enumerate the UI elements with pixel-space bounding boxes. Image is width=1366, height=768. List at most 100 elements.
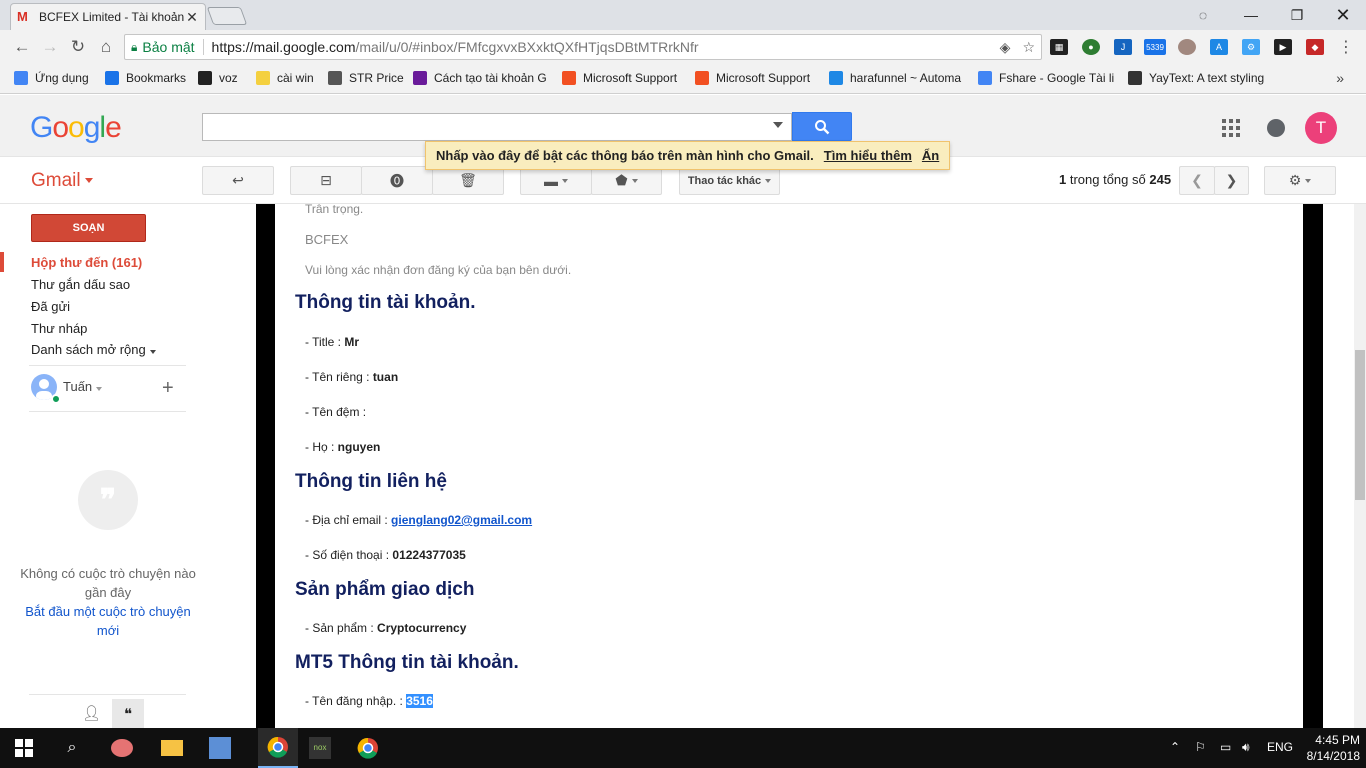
nav-more[interactable]: Danh sách mở rộng bbox=[31, 342, 156, 357]
contacts-icon[interactable]: 👤︎ bbox=[82, 704, 101, 722]
bookmark-label: STR Price bbox=[349, 71, 404, 85]
bookmark-bookmarks[interactable]: Bookmarks bbox=[105, 71, 186, 85]
chrome-menu-icon[interactable]: ⋮ bbox=[1334, 35, 1358, 59]
reload-icon[interactable]: ↻ bbox=[66, 35, 90, 59]
add-contact-icon[interactable]: + bbox=[162, 377, 174, 400]
more-actions-label: Thao tác khác bbox=[687, 174, 762, 187]
chevron-down-icon bbox=[562, 178, 568, 183]
search-icon[interactable]: ⌕ bbox=[60, 736, 84, 760]
gmail-menu[interactable]: Gmail bbox=[31, 170, 93, 192]
nox-icon[interactable]: nox bbox=[308, 736, 332, 760]
home-icon[interactable]: ⌂ bbox=[94, 35, 118, 59]
system-clock[interactable]: 4:45 PM 8/14/2018 bbox=[1290, 732, 1360, 764]
account-avatar[interactable]: T bbox=[1305, 112, 1337, 144]
address-bar[interactable]: 🔒︎ Bảo mật https://mail.google.com/mail/… bbox=[124, 34, 1042, 60]
forward-icon[interactable]: → bbox=[38, 35, 62, 59]
report-spam-button[interactable]: ⓿ bbox=[361, 166, 433, 195]
microsoft-icon bbox=[695, 71, 709, 85]
phone-value: 01224377035 bbox=[392, 548, 466, 562]
facebook-extension-icon[interactable]: 5339 bbox=[1144, 39, 1166, 55]
chrome-icon-2[interactable] bbox=[356, 736, 380, 760]
bookmark-fshare[interactable]: Fshare - Google Tài li bbox=[978, 71, 1116, 85]
view-site-info-icon[interactable]: ◈ bbox=[1000, 39, 1011, 56]
learn-more-link[interactable]: Tìm hiểu thêm bbox=[824, 148, 912, 163]
google-apps-icon[interactable] bbox=[1222, 119, 1240, 137]
bookmark-yaytext[interactable]: YayText: A text styling bbox=[1128, 71, 1266, 85]
minimize-button[interactable]: — bbox=[1228, 0, 1274, 30]
new-tab-button[interactable] bbox=[206, 7, 248, 25]
nav-inbox[interactable]: Hộp thư đến (161) bbox=[31, 255, 142, 270]
search-input[interactable] bbox=[202, 113, 792, 141]
shield-extension-icon[interactable]: ◆ bbox=[1306, 39, 1324, 55]
back-to-inbox-button[interactable]: ↩ bbox=[202, 166, 274, 195]
globe-extension-icon[interactable]: ● bbox=[1082, 39, 1100, 55]
compose-button[interactable]: SOẠN bbox=[31, 214, 146, 242]
back-icon[interactable]: ← bbox=[10, 35, 34, 59]
browser-tab[interactable]: M BCFEX Limited - Tài khoản ✕ bbox=[10, 3, 206, 30]
chevron-down-icon bbox=[96, 387, 103, 391]
folder-icon bbox=[256, 71, 270, 85]
google-logo[interactable]: Google bbox=[30, 111, 122, 145]
chevron-down-icon bbox=[1305, 178, 1312, 183]
delete-button[interactable]: 🗑︎ bbox=[432, 166, 504, 195]
dark-extension-icon[interactable]: ▶ bbox=[1274, 39, 1292, 55]
search-options-icon[interactable] bbox=[773, 122, 783, 128]
bookmark-cai-win[interactable]: cài win bbox=[256, 71, 314, 85]
scrollbar-thumb[interactable] bbox=[1355, 350, 1365, 500]
nav-drafts[interactable]: Thư nháp bbox=[31, 321, 87, 336]
app-image-icon[interactable] bbox=[208, 736, 232, 760]
chrome-taskbar-icon[interactable] bbox=[258, 728, 298, 768]
chevron-down-icon bbox=[149, 350, 156, 354]
more-bookmarks-icon[interactable]: » bbox=[1336, 70, 1344, 86]
close-tab-icon[interactable]: ✕ bbox=[185, 9, 199, 26]
email-row: - Địa chỉ email : gienglang02@gmail.com bbox=[305, 513, 532, 527]
hangouts-user[interactable]: Tuấn bbox=[63, 379, 103, 394]
chevron-down-icon bbox=[765, 178, 772, 183]
tray-app-icon[interactable]: ⚐ bbox=[1195, 740, 1206, 754]
hangouts-tab-icon[interactable]: ❝ bbox=[112, 699, 144, 729]
active-indicator bbox=[0, 252, 4, 272]
settings-button[interactable]: ⚙ bbox=[1264, 166, 1336, 195]
bookmark-apps[interactable]: Ứng dụng bbox=[14, 71, 89, 85]
archive-button[interactable]: ⊟ bbox=[290, 166, 362, 195]
windows-start-icon[interactable] bbox=[12, 736, 36, 760]
move-to-button[interactable]: ▬ bbox=[520, 166, 592, 195]
more-actions-button[interactable]: Thao tác khác bbox=[679, 166, 780, 195]
newer-button[interactable]: ❮ bbox=[1179, 166, 1215, 195]
labels-button[interactable]: ⬟ bbox=[591, 166, 662, 195]
older-button[interactable]: ❯ bbox=[1214, 166, 1249, 195]
search-button[interactable] bbox=[792, 112, 852, 141]
close-window-button[interactable]: ✕ bbox=[1320, 0, 1366, 30]
maximize-button[interactable]: ❐ bbox=[1274, 0, 1320, 30]
tray-expand-icon[interactable]: ⌃ bbox=[1170, 740, 1180, 754]
bookmark-ms-support-2[interactable]: Microsoft Support bbox=[695, 71, 810, 85]
bookmark-cach-tao[interactable]: Cách tạo tài khoản G bbox=[413, 71, 548, 85]
signature: BCFEX bbox=[305, 232, 349, 247]
file-explorer-icon[interactable] bbox=[160, 736, 184, 760]
nav-sent[interactable]: Đã gửi bbox=[31, 299, 70, 314]
enable-notifications-link[interactable]: Nhấp vào đây để bật các thông báo trên m… bbox=[436, 148, 814, 163]
network-icon[interactable]: ▭ bbox=[1220, 740, 1231, 754]
profile-icon[interactable]: ◌ bbox=[1180, 0, 1226, 30]
nav-starred[interactable]: Thư gắn dấu sao bbox=[31, 277, 130, 292]
app-paint-icon[interactable] bbox=[110, 736, 134, 760]
notifications-icon[interactable] bbox=[1267, 119, 1285, 137]
hide-link[interactable]: Ẩn bbox=[922, 148, 939, 163]
proxy-extension-icon[interactable]: ⚙ bbox=[1242, 39, 1260, 55]
microsoft-icon bbox=[562, 71, 576, 85]
j-extension-icon[interactable]: J bbox=[1114, 39, 1132, 55]
bookmark-harafunnel[interactable]: harafunnel ~ Automa bbox=[829, 71, 964, 85]
bookmark-ms-support-1[interactable]: Microsoft Support bbox=[562, 71, 677, 85]
volume-icon[interactable]: 🔊︎ bbox=[1242, 740, 1250, 755]
bookmark-star-icon[interactable]: ☆ bbox=[1022, 39, 1035, 56]
bookmark-str-price[interactable]: STR Price bbox=[328, 71, 404, 85]
section-mt5-heading: MT5 Thông tin tài khoản. bbox=[295, 652, 519, 673]
cookie-extension-icon[interactable] bbox=[1178, 39, 1196, 55]
translate-extension-icon[interactable]: A bbox=[1210, 39, 1228, 55]
pager-middle: trong tổng số bbox=[1066, 172, 1150, 187]
qr-extension-icon[interactable]: ▦ bbox=[1050, 39, 1068, 55]
bookmark-label: Bookmarks bbox=[126, 71, 187, 85]
bookmark-voz[interactable]: voz bbox=[198, 71, 238, 85]
start-chat-link[interactable]: Bắt đầu một cuộc trò chuyện mới bbox=[20, 602, 196, 640]
email-link[interactable]: gienglang02@gmail.com bbox=[391, 513, 532, 527]
